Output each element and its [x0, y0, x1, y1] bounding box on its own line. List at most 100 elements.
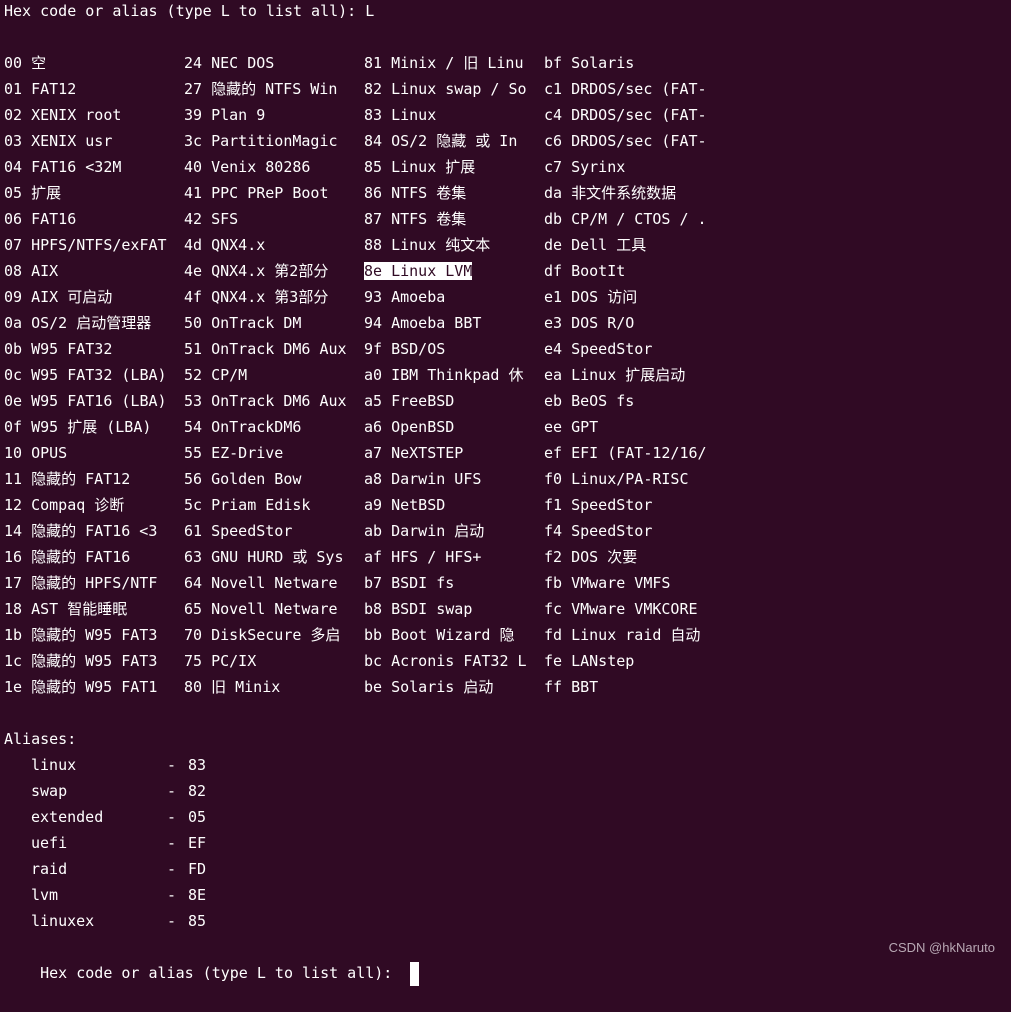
partition-name: Priam Edisk — [202, 496, 311, 514]
alias-separator: - — [167, 912, 177, 930]
partition-code: 1b — [4, 626, 23, 644]
partition-code: 06 — [4, 210, 23, 228]
partition-code: 9f — [364, 340, 383, 358]
partition-name: VMware VMKCORE — [562, 600, 698, 618]
partition-code: 52 — [184, 366, 203, 384]
partition-entry: 85 Linux 扩展 — [364, 154, 540, 180]
partition-name: 隐藏的 FAT16 <3 — [22, 522, 158, 540]
partition-code: a8 — [364, 470, 383, 488]
partition-code: f2 — [544, 548, 563, 566]
partition-entry: fe LANstep — [544, 648, 720, 674]
partition-code: 10 — [4, 444, 23, 462]
partition-name: Syrinx — [562, 158, 626, 176]
partition-code: c7 — [544, 158, 563, 176]
partition-code: 83 — [364, 106, 383, 124]
partition-entry: 83 Linux — [364, 102, 540, 128]
partition-entry: 82 Linux swap / So — [364, 76, 540, 102]
partition-name: AIX 可启动 — [22, 288, 113, 306]
partition-entry: af HFS / HFS+ — [364, 544, 540, 570]
partition-name: NetBSD — [382, 496, 446, 514]
partition-code: 11 — [4, 470, 23, 488]
partition-name: Linux/PA-RISC — [562, 470, 689, 488]
partition-entry: a8 Darwin UFS — [364, 466, 540, 492]
partition-code: a6 — [364, 418, 383, 436]
partition-entry: 51 OnTrack DM6 Aux — [184, 336, 360, 362]
partition-code: 0c — [4, 366, 23, 384]
partition-code: a9 — [364, 496, 383, 514]
partition-name: Solaris 启动 — [382, 678, 494, 696]
alias-name: swap — [31, 782, 68, 800]
table-row: 1b 隐藏的 W95 FAT3 70 DiskSecure 多启 bb Boot W… — [4, 622, 1007, 648]
partition-name: XENIX root — [22, 106, 122, 124]
partition-entry: b7 BSDI fs — [364, 570, 540, 596]
partition-entry: 61 SpeedStor — [184, 518, 360, 544]
partition-name: 隐藏的 NTFS Win — [202, 80, 338, 98]
partition-code: eb — [544, 392, 563, 410]
table-row: 04 FAT16 <32M 40 Venix 80286 85 Linux 扩展 c7… — [4, 154, 1007, 180]
partition-entry: c7 Syrinx — [544, 154, 720, 180]
partition-code: 94 — [364, 314, 383, 332]
partition-code: 64 — [184, 574, 203, 592]
partition-entry: de Dell 工具 — [544, 232, 720, 258]
partition-code: a0 — [364, 366, 383, 384]
partition-name: Venix 80286 — [202, 158, 311, 176]
table-row: 1e 隐藏的 W95 FAT1 80 旧 Minix be Solaris 启动 ff… — [4, 674, 1007, 700]
partition-entry: c1 DRDOS/sec (FAT- — [544, 76, 720, 102]
alias-name: extended — [31, 808, 104, 826]
alias-name: linuxex — [31, 912, 95, 930]
partition-name: BSD/OS — [382, 340, 446, 358]
partition-code: f4 — [544, 522, 563, 540]
partition-name: SpeedStor — [562, 340, 653, 358]
partition-entry: 54 OnTrackDM6 — [184, 414, 360, 440]
partition-code: 50 — [184, 314, 203, 332]
partition-name: 隐藏的 FAT12 — [22, 470, 131, 488]
partition-code: ef — [544, 444, 563, 462]
aliases-heading: Aliases: — [4, 730, 77, 748]
partition-entry: 0b W95 FAT32 — [4, 336, 180, 362]
partition-entry: be Solaris 启动 — [364, 674, 540, 700]
partition-name: 非文件系统数据 — [562, 184, 677, 202]
partition-code: 85 — [364, 158, 383, 176]
partition-name: 空 — [22, 54, 47, 72]
partition-entry: 4f QNX4.x 第3部分 — [184, 284, 360, 310]
partition-code: 82 — [364, 80, 383, 98]
partition-code: 3c — [184, 132, 203, 150]
partition-entry: 70 DiskSecure 多启 — [184, 622, 360, 648]
partition-entry: 4d QNX4.x — [184, 232, 360, 258]
partition-code: 12 — [4, 496, 23, 514]
table-row: 0f W95 扩展 (LBA) 54 OnTrackDM6 a6 OpenBSD ee… — [4, 414, 1007, 440]
partition-entry: 0c W95 FAT32 (LBA) — [4, 362, 180, 388]
partition-entry: 52 CP/M — [184, 362, 360, 388]
alias-item: linuxex -85 — [4, 908, 304, 934]
partition-code: df — [544, 262, 563, 280]
partition-entry: 3c PartitionMagic — [184, 128, 360, 154]
partition-code: 00 — [4, 54, 23, 72]
table-row: 12 Compaq 诊断 5c Priam Edisk a9 NetBSD f1 Sp… — [4, 492, 1007, 518]
partition-entry: bf Solaris — [544, 50, 720, 76]
partition-entry: e4 SpeedStor — [544, 336, 720, 362]
partition-name: BBT — [562, 678, 599, 696]
input-prompt-line[interactable]: Hex code or alias (type L to list all): — [4, 934, 420, 986]
alias-separator: - — [167, 834, 177, 852]
partition-name: OnTrack DM6 Aux — [202, 392, 347, 410]
partition-name: CP/M / CTOS / . — [562, 210, 707, 228]
partition-code: 02 — [4, 106, 23, 124]
partition-entry: 08 AIX — [4, 258, 180, 284]
alias-name: linux — [31, 756, 77, 774]
partition-entry: 94 Amoeba BBT — [364, 310, 540, 336]
partition-entry: 56 Golden Bow — [184, 466, 360, 492]
partition-name: SFS — [202, 210, 239, 228]
partition-entry: 42 SFS — [184, 206, 360, 232]
partition-code: 70 — [184, 626, 203, 644]
partition-code: 86 — [364, 184, 383, 202]
partition-entry: 16 隐藏的 FAT16 — [4, 544, 180, 570]
terminal-window: Hex code or alias (type L to list all): … — [4, 0, 1007, 986]
alias-separator: - — [167, 886, 177, 904]
partition-code: fb — [544, 574, 563, 592]
partition-entry: c6 DRDOS/sec (FAT- — [544, 128, 720, 154]
partition-name: BootIt — [562, 262, 626, 280]
table-row: 07 HPFS/NTFS/exFAT 4d QNX4.x 88 Linux 纯文本 d… — [4, 232, 1007, 258]
partition-name: SpeedStor — [202, 522, 293, 540]
alias-code: 8E — [188, 886, 207, 904]
partition-entry: da 非文件系统数据 — [544, 180, 720, 206]
